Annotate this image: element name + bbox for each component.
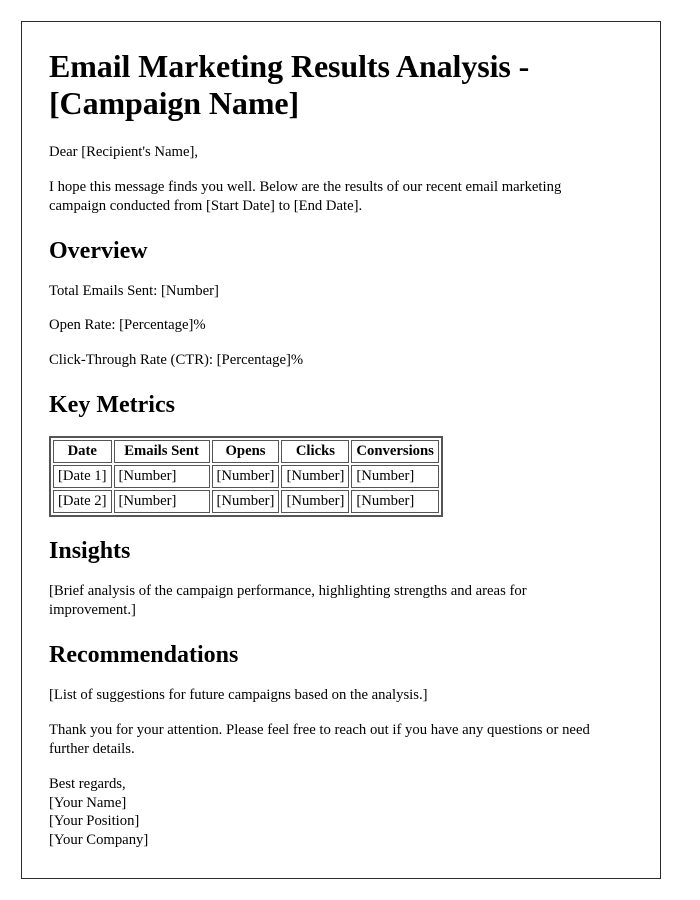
section-heading-overview: Overview — [49, 237, 148, 264]
signature-company: [Your Company] — [49, 831, 149, 848]
key-metrics-table: Date Emails Sent Opens Clicks Conversion… — [49, 435, 443, 517]
document-body: Email Marketing Results Analysis - [Camp… — [22, 22, 660, 850]
section-heading-insights: Insights — [49, 537, 131, 564]
overview-click-through-rate: Click-Through Rate (CTR): [Percentage]% — [49, 352, 304, 369]
signature-name: [Your Name] — [49, 794, 127, 811]
table-header-row: Date Emails Sent Opens Clicks Conversion… — [53, 439, 439, 463]
page-title: Email Marketing Results Analysis - [Camp… — [49, 48, 530, 122]
cell-conversions: [Number] — [351, 489, 439, 513]
cell-date: [Date 2] — [53, 489, 112, 513]
cell-opens: [Number] — [211, 489, 280, 513]
overview-total-emails-sent: Total Emails Sent: [Number] — [49, 282, 219, 299]
column-header-opens: Opens — [211, 439, 280, 463]
column-header-conversions: Conversions — [351, 439, 439, 463]
cell-opens: [Number] — [211, 464, 280, 488]
document-page: Email Marketing Results Analysis - [Camp… — [21, 21, 661, 879]
section-heading-key-metrics: Key Metrics — [49, 391, 175, 418]
table-row: [Date 2] [Number] [Number] [Number] [Num… — [53, 489, 439, 513]
column-header-clicks: Clicks — [281, 439, 350, 463]
closing-paragraph: Thank you for your attention. Please fee… — [49, 721, 590, 758]
table-row: [Date 1] [Number] [Number] [Number] [Num… — [53, 464, 439, 488]
insights-body: [Brief analysis of the campaign performa… — [49, 582, 527, 619]
signature-block: Best regards, [Your Name] [Your Position… — [49, 775, 612, 850]
overview-open-rate: Open Rate: [Percentage]% — [49, 317, 206, 334]
signature-position: [Your Position] — [49, 813, 140, 830]
intro-paragraph: I hope this message finds you well. Belo… — [49, 178, 562, 215]
section-heading-recommendations: Recommendations — [49, 642, 239, 669]
salutation: Dear [Recipient's Name], — [49, 143, 199, 160]
column-header-date: Date — [53, 439, 112, 463]
cell-emails-sent: [Number] — [113, 489, 210, 513]
recommendations-body: [List of suggestions for future campaign… — [49, 686, 428, 703]
signature-valediction: Best regards, — [49, 775, 126, 792]
cell-clicks: [Number] — [281, 489, 350, 513]
cell-clicks: [Number] — [281, 464, 350, 488]
cell-emails-sent: [Number] — [113, 464, 210, 488]
cell-conversions: [Number] — [351, 464, 439, 488]
cell-date: [Date 1] — [53, 464, 112, 488]
column-header-emails-sent: Emails Sent — [113, 439, 210, 463]
